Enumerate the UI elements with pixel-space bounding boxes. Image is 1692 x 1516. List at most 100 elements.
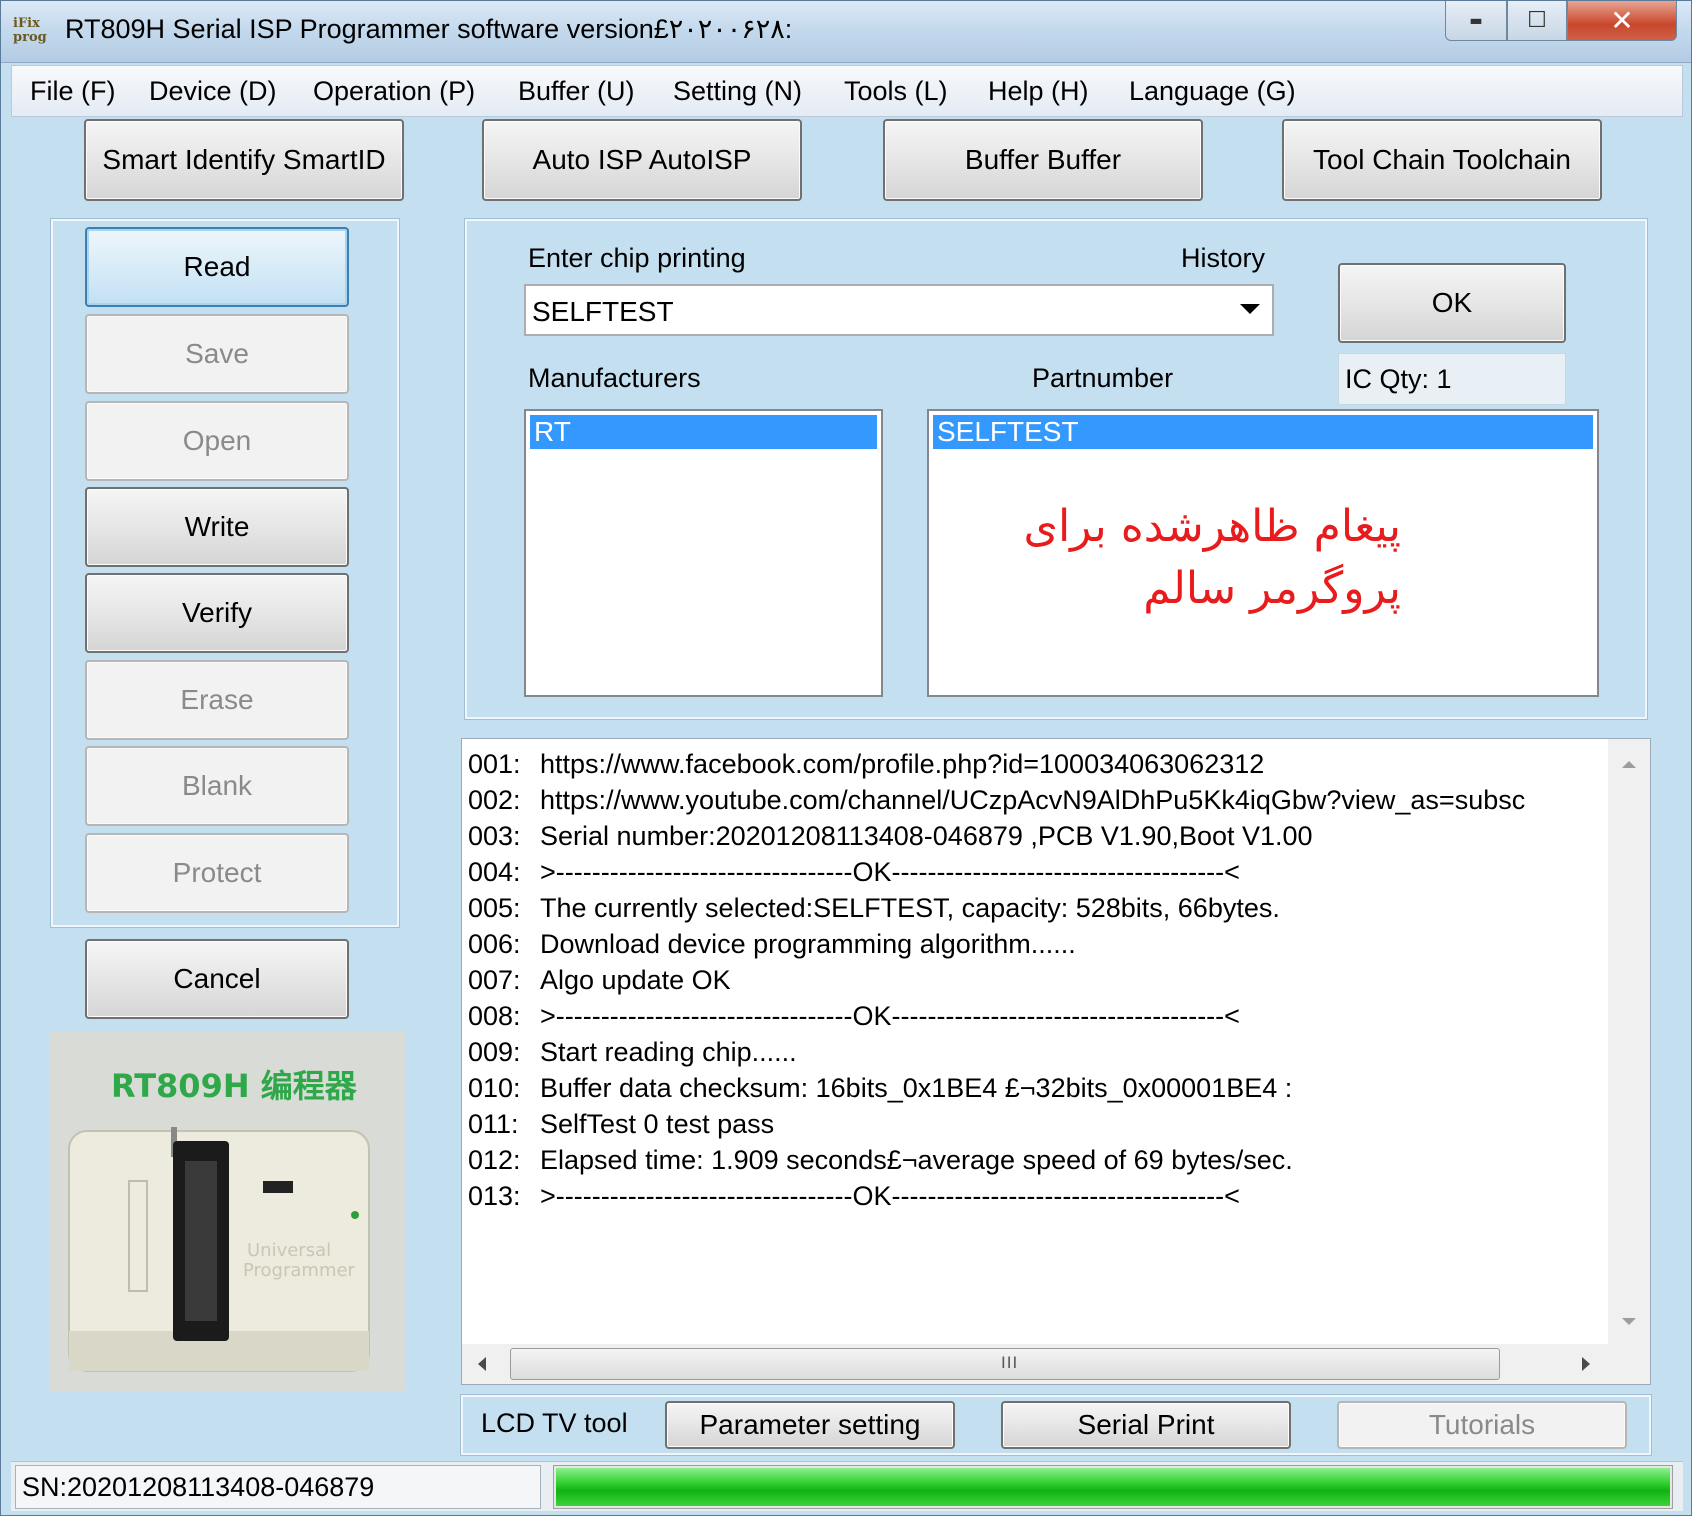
tutorials-button[interactable]: Tutorials [1337, 1401, 1627, 1449]
menu-operation[interactable]: Operation (P) [313, 76, 475, 107]
log-line: 013: >---------------------------------OK… [468, 1181, 1603, 1217]
ic-qty-display: IC Qty: 1 [1338, 353, 1566, 405]
scroll-left-icon[interactable] [478, 1357, 486, 1371]
maximize-icon: ☐ [1527, 8, 1547, 33]
verify-button[interactable]: Verify [85, 573, 349, 653]
toolchain-button[interactable]: Tool Chain Toolchain [1282, 119, 1602, 201]
programmer-device-icon: Universal Programmer [68, 1127, 370, 1372]
horizontal-scrollbar[interactable]: III [462, 1344, 1650, 1384]
log-lines: 001: https://www.facebook.com/profile.php… [468, 749, 1603, 1349]
log-line-text: Algo update OK [540, 965, 731, 995]
app-window: iFix prog RT809H Serial ISP Programmer s… [0, 0, 1692, 1516]
partnumber-label: Partnumber [1032, 363, 1174, 393]
menu-device[interactable]: Device (D) [149, 76, 277, 107]
minimize-button[interactable]: ▬ [1445, 1, 1507, 41]
parameter-setting-button[interactable]: Parameter setting [665, 1401, 955, 1449]
menu-tools[interactable]: Tools (L) [844, 76, 948, 107]
log-line: 008: >---------------------------------OK… [468, 1001, 1603, 1037]
log-line: 009: Start reading chip...... [468, 1037, 1603, 1073]
close-icon: ✕ [1610, 4, 1634, 37]
scroll-up-icon[interactable] [1622, 761, 1636, 768]
log-line-number: 013: [468, 1181, 521, 1211]
progress-bar [553, 1465, 1673, 1509]
log-line: 006: Download device programming algorith… [468, 929, 1603, 965]
blank-button[interactable]: Blank [85, 746, 349, 826]
minimize-icon: ▬ [1469, 12, 1483, 29]
scroll-grip-icon: III [1001, 1353, 1019, 1372]
log-line-number: 005: [468, 893, 521, 923]
menu-setting[interactable]: Setting (N) [673, 76, 802, 107]
log-panel[interactable]: 001: https://www.facebook.com/profile.php… [461, 738, 1651, 1385]
erase-button[interactable]: Erase [85, 660, 349, 740]
manufacturers-list[interactable]: RT [524, 409, 883, 697]
open-button[interactable]: Open [85, 401, 349, 481]
log-line-text: Download device programming algorithm...… [540, 929, 1076, 959]
title-bar[interactable]: iFix prog RT809H Serial ISP Programmer s… [1, 1, 1691, 63]
enter-chip-label: Enter chip printing [528, 243, 746, 273]
status-bar: SN:20201208113408-046879 [11, 1461, 1683, 1511]
auto-isp-button[interactable]: Auto ISP AutoISP [482, 119, 802, 201]
log-line-text: https://www.youtube.com/channel/UCzpAcvN… [540, 785, 1526, 815]
protect-button[interactable]: Protect [85, 833, 349, 913]
ic-qty-text: IC Qty: 1 [1345, 364, 1452, 394]
log-line-text: The currently selected:SELFTEST, capacit… [540, 893, 1280, 923]
write-button[interactable]: Write [85, 487, 349, 567]
maximize-button[interactable]: ☐ [1507, 1, 1567, 41]
overlay-message-line-2: پروگرمر سالم [1143, 563, 1401, 614]
log-line-number: 006: [468, 929, 521, 959]
overlay-message-line-1: پیغام ظاهرشده برای [1023, 501, 1401, 552]
menu-bar: File (F) Device (D) Operation (P) Buffer… [11, 65, 1683, 117]
log-line-number: 001: [468, 749, 521, 779]
smart-identify-button[interactable]: Smart Identify SmartID [84, 119, 404, 201]
log-line: 012: Elapsed time: 1.909 seconds£¬average… [468, 1145, 1603, 1181]
log-line-text: SelfTest 0 test pass [540, 1109, 775, 1139]
partnumber-item-selftest[interactable]: SELFTEST [933, 415, 1593, 449]
save-button[interactable]: Save [85, 314, 349, 394]
serial-number-text: SN:20201208113408-046879 [22, 1472, 375, 1502]
manufacturers-label: Manufacturers [528, 363, 701, 393]
close-button[interactable]: ✕ [1567, 1, 1677, 41]
menu-buffer[interactable]: Buffer (U) [518, 76, 635, 107]
ok-button[interactable]: OK [1338, 263, 1566, 343]
log-line-number: 003: [468, 821, 521, 851]
device-text-2: Programmer [243, 1260, 356, 1281]
chip-search-value: SELFTEST [532, 296, 674, 327]
log-line-number: 004: [468, 857, 521, 887]
buffer-button[interactable]: Buffer Buffer [883, 119, 1203, 201]
dropdown-arrow-icon[interactable] [1240, 304, 1260, 314]
menu-help[interactable]: Help (H) [988, 76, 1089, 107]
menu-file[interactable]: File (F) [30, 76, 115, 107]
vertical-scrollbar[interactable] [1608, 739, 1650, 1345]
horizontal-scroll-thumb[interactable]: III [510, 1348, 1500, 1380]
log-line-text: Elapsed time: 1.909 seconds£¬average spe… [540, 1145, 1293, 1175]
window-title: RT809H Serial ISP Programmer software ve… [65, 14, 793, 44]
log-line-text: https://www.facebook.com/profile.php?id=… [540, 749, 1265, 779]
scroll-down-icon[interactable] [1622, 1318, 1636, 1325]
scroll-right-icon[interactable] [1582, 1357, 1590, 1371]
log-line-number: 012: [468, 1145, 521, 1175]
log-line-text: Buffer data checksum: 16bits_0x1BE4 £¬32… [540, 1073, 1293, 1103]
manufacturer-item-rt[interactable]: RT [530, 415, 877, 449]
cancel-button[interactable]: Cancel [85, 939, 349, 1019]
log-line-number: 009: [468, 1037, 521, 1067]
log-line: 005: The currently selected:SELFTEST, cap… [468, 893, 1603, 929]
serial-print-button[interactable]: Serial Print [1001, 1401, 1291, 1449]
log-line: 002: https://www.youtube.com/channel/UCzp… [468, 785, 1603, 821]
log-line-number: 011: [468, 1109, 519, 1139]
log-line: 001: https://www.facebook.com/profile.php… [468, 749, 1603, 785]
log-line-text: >---------------------------------OK----… [540, 1001, 1240, 1031]
app-logo-icon: iFix prog [13, 17, 53, 51]
log-line-text: Start reading chip...... [540, 1037, 797, 1067]
read-button[interactable]: Read [85, 227, 349, 307]
menu-language[interactable]: Language (G) [1129, 76, 1296, 107]
lcd-tv-tool-label: LCD TV tool [481, 1408, 628, 1438]
log-line: 004: >---------------------------------OK… [468, 857, 1603, 893]
chip-search-combobox[interactable]: SELFTEST [524, 284, 1274, 336]
app-logo-line-2: prog [13, 30, 47, 45]
log-line-text: >---------------------------------OK----… [540, 1181, 1240, 1211]
serial-number-field: SN:20201208113408-046879 [15, 1465, 541, 1509]
log-line: 007: Algo update OK [468, 965, 1603, 1001]
history-label: History [1181, 243, 1266, 273]
log-line: 010: Buffer data checksum: 16bits_0x1BE4 … [468, 1073, 1603, 1109]
progress-fill [556, 1468, 1670, 1506]
